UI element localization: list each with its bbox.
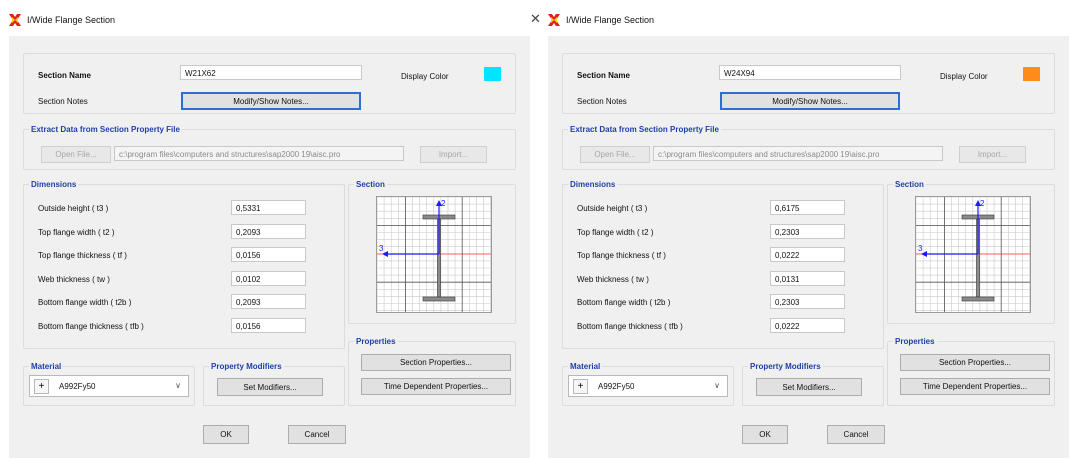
dimension-input[interactable]: 0,6175	[770, 200, 845, 215]
section-notes-label: Section Notes	[38, 97, 88, 106]
open-file-button[interactable]: Open File...	[580, 146, 650, 163]
display-color-swatch[interactable]	[1023, 67, 1040, 81]
bottom-flange	[961, 296, 995, 302]
display-color-swatch[interactable]	[484, 67, 501, 81]
display-color-label: Display Color	[940, 72, 988, 81]
section-properties-button[interactable]: Section Properties...	[361, 354, 511, 371]
dimension-input[interactable]: 0,0156	[231, 247, 306, 262]
extract-data-title: Extract Data from Section Property File	[568, 124, 721, 135]
properties-group: Properties	[348, 336, 516, 406]
dimension-input[interactable]: 0,0131	[770, 270, 845, 286]
display-color-label: Display Color	[401, 72, 449, 81]
time-dependent-properties-button[interactable]: Time Dependent Properties...	[361, 378, 511, 395]
section-preview: 23	[376, 196, 492, 313]
ok-button[interactable]: OK	[203, 425, 249, 444]
dimension-input[interactable]: 0,0156	[231, 317, 306, 333]
time-dependent-properties-button[interactable]: Time Dependent Properties...	[900, 378, 1050, 395]
material-select[interactable]: + A992Fy50 ∨	[568, 375, 728, 397]
chevron-down-icon[interactable]: ∨	[175, 381, 181, 390]
dialog-client-area: Section Name W21X62 Display Color Sectio…	[9, 36, 530, 458]
dimension-input[interactable]: 0,0222	[770, 247, 845, 262]
dimension-label: Top flange width ( t2 )	[577, 227, 654, 237]
axis-2-label: 2	[980, 199, 985, 208]
add-material-button[interactable]: +	[34, 379, 49, 394]
dimension-label: Top flange thickness ( tf )	[38, 251, 127, 260]
dimensions-title: Dimensions	[568, 179, 618, 190]
set-modifiers-button[interactable]: Set Modifiers...	[756, 378, 862, 396]
section-notes-label: Section Notes	[577, 97, 627, 106]
section-name-input[interactable]: W21X62	[180, 65, 362, 80]
section-properties-button[interactable]: Section Properties...	[900, 354, 1050, 371]
section-dialog-right: ✕ I/Wide Flange Section Section Name W24…	[530, 0, 1070, 458]
window-title: I/Wide Flange Section	[27, 15, 116, 25]
material-selected-value: A992Fy50	[59, 382, 96, 391]
dimension-input[interactable]: 0,0102	[231, 270, 306, 286]
dialog-client-area: Section Name W24X94 Display Color Sectio…	[548, 36, 1069, 458]
ok-button[interactable]: OK	[742, 425, 788, 444]
properties-title: Properties	[354, 336, 398, 347]
dimension-input[interactable]: 0,2093	[231, 294, 306, 309]
set-modifiers-button[interactable]: Set Modifiers...	[217, 378, 323, 396]
title-bar: ✕ I/Wide Flange Section	[530, 0, 1070, 36]
section-name-label: Section Name	[38, 71, 91, 80]
dimension-input[interactable]: 0,2303	[770, 294, 845, 309]
dimension-label: Top flange width ( t2 )	[38, 227, 115, 237]
dimensions-title: Dimensions	[29, 179, 79, 190]
dimension-label: Web thickness ( tw )	[577, 274, 649, 284]
file-path-field[interactable]: c:\program files\computers and structure…	[653, 146, 943, 161]
material-title: Material	[29, 361, 64, 372]
property-modifiers-title: Property Modifiers	[748, 361, 823, 372]
dimension-input[interactable]: 0,2303	[770, 223, 845, 239]
section-drawing: 23	[915, 196, 1030, 312]
property-modifiers-title: Property Modifiers	[209, 361, 284, 372]
dimension-label: Bottom flange width ( t2b )	[577, 298, 671, 307]
section-preview-title: Section	[354, 179, 387, 190]
dimension-label: Bottom flange thickness ( tfb )	[577, 321, 683, 331]
import-button[interactable]: Import...	[959, 146, 1026, 163]
dimension-input[interactable]: 0,0222	[770, 317, 845, 333]
properties-title: Properties	[893, 336, 937, 347]
section-name-label: Section Name	[577, 71, 630, 80]
dimension-input[interactable]: 0,5331	[231, 200, 306, 215]
dimension-label: Web thickness ( tw )	[38, 274, 110, 284]
window-title: I/Wide Flange Section	[566, 15, 655, 25]
sap2000-x-icon	[548, 14, 560, 26]
cancel-button[interactable]: Cancel	[827, 425, 885, 444]
modify-notes-button[interactable]: Modify/Show Notes...	[720, 92, 900, 110]
title-bar: I/Wide Flange Section	[0, 0, 531, 36]
dimension-label: Top flange thickness ( tf )	[577, 251, 666, 260]
extract-data-title: Extract Data from Section Property File	[29, 124, 182, 135]
open-file-button[interactable]: Open File...	[41, 146, 111, 163]
dimension-input[interactable]: 0,2093	[231, 223, 306, 239]
import-button[interactable]: Import...	[420, 146, 487, 163]
dimension-label: Outside height ( t3 )	[38, 204, 109, 213]
axis-3-label: 3	[379, 244, 384, 253]
section-dialog-left: I/Wide Flange Section Section Name W21X6…	[0, 0, 531, 458]
properties-group: Properties	[887, 336, 1055, 406]
sap2000-x-icon	[9, 14, 21, 26]
section-name-input[interactable]: W24X94	[719, 65, 901, 80]
chevron-down-icon[interactable]: ∨	[714, 381, 720, 390]
material-title: Material	[568, 361, 603, 372]
dimension-label: Bottom flange width ( t2b )	[38, 298, 132, 307]
axis-2-label: 2	[441, 199, 446, 208]
material-selected-value: A992Fy50	[598, 382, 635, 391]
add-material-button[interactable]: +	[573, 379, 588, 394]
dimension-label: Bottom flange thickness ( tfb )	[38, 321, 144, 331]
bottom-flange	[422, 296, 456, 302]
file-path-field[interactable]: c:\program files\computers and structure…	[114, 146, 404, 161]
dimension-label: Outside height ( t3 )	[577, 204, 648, 213]
section-drawing: 23	[376, 196, 491, 312]
close-icon[interactable]: ✕	[530, 12, 541, 25]
axis-3-label: 3	[918, 244, 923, 253]
cancel-button[interactable]: Cancel	[288, 425, 346, 444]
material-select[interactable]: + A992Fy50 ∨	[29, 375, 189, 397]
section-preview-title: Section	[893, 179, 926, 190]
section-preview: 23	[915, 196, 1031, 313]
modify-notes-button[interactable]: Modify/Show Notes...	[181, 92, 361, 110]
